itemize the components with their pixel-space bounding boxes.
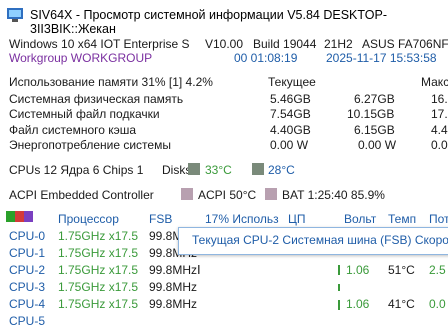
datetime: 2025-11-17 15:53:58 [326,51,437,65]
cpu-row-power: 0.0 [429,297,446,311]
cpu-row-freq: 1.75GHz x17.5 [58,246,139,260]
memory-current-header: Текущее [268,75,316,89]
memory-row-label: Системный файл подкачки [9,107,160,121]
memory-row-total: 6.15GB [354,123,395,137]
disk-2-temp: 28°C [268,163,295,177]
workgroup: Workgroup WORKGROUP [9,51,153,65]
acpi-temp: ACPI 50°C [198,188,257,202]
title-bar[interactable]: SIV64X - Просмотр системной информации V… [0,0,448,36]
cpu-row-power: 2.5 [429,263,446,277]
os-release: 21H2 [324,37,353,51]
memory-row-max: 16. [431,92,448,106]
cpu-row-name[interactable]: CPU-0 [9,229,45,243]
header-volt[interactable]: Вольт [344,212,376,226]
cpu-row-freq: 1.75GHz x17.5 [58,229,139,243]
acpi-icon[interactable] [181,188,193,200]
os-name: Windows 10 x64 IOT Enterprise S [9,37,190,51]
memory-row-current: 7.54GB [270,107,311,121]
cpu-row-name[interactable]: CPU-4 [9,297,45,311]
cpu-summary: CPUs 12 Ядра 6 Chips 1 [9,163,144,177]
memory-usage-label: Использование памяти 31% [1] 4.2% [9,75,213,89]
window-title: SIV64X - Просмотр системной информации V… [30,8,388,36]
battery-status: BAT 1:25:40 85.9% [282,188,385,202]
os-build: Build 19044 [253,37,317,51]
cpu-row-freq: 1.75GHz x17.5 [58,280,139,294]
cpu-row-name[interactable]: CPU-3 [9,280,45,294]
cpu-row-freq: 1.75GHz x17.5 [58,297,139,311]
header-cpu-mark[interactable]: ЦП [288,212,306,226]
tooltip-text: Текущая CPU-2 Системная шина (FSB) Скоро… [192,233,448,247]
disk-2-icon[interactable] [252,163,264,175]
memory-row-label: Энергопотребление системы [9,138,171,152]
memory-row-label: Системная физическая память [9,92,184,106]
color-swatch-green[interactable] [6,211,15,222]
disk-1-icon[interactable] [188,163,200,175]
cpu-row-name[interactable]: CPU-1 [9,246,45,260]
cpu-row-volt: 1.06 [346,263,370,277]
cpu-row-name[interactable]: CPU-5 [9,314,45,328]
system-model: ASUS FA706NF [362,37,448,51]
cpu-row-temp: 41°C [388,297,415,311]
memory-row-current: 4.40GB [270,123,311,137]
header-processor[interactable]: Процессор [58,212,119,226]
cpu-row-name[interactable]: CPU-2 [9,263,45,277]
memory-row-max: 17. [431,107,448,121]
memory-row-current: 0.00 W [270,138,309,152]
cpu-row-volt: 1.06 [346,297,370,311]
header-fsb[interactable]: FSB [149,212,172,226]
cpu-row-fsb[interactable]: 99.8MHz [149,297,197,311]
memory-row-max: 0.0 [431,138,448,152]
memory-row-current: 5.46GB [270,92,311,106]
os-version: V10.00 [205,37,244,51]
memory-max-header: Макс [421,75,448,89]
header-temp[interactable]: Темп [388,212,416,226]
cpu-usage-bar [338,284,340,291]
acpi-label: ACPI Embedded Controller [9,188,154,202]
color-swatch-purple[interactable] [24,211,33,222]
uptime: 00 01:08:19 [234,51,298,65]
cpu-row-freq: 1.75GHz x17.5 [58,263,139,277]
memory-row-max: 4.4 [431,123,448,137]
app-icon [7,8,23,22]
color-swatch-red[interactable] [15,211,24,222]
memory-row-total: 10.15GB [347,107,395,121]
memory-row-total: 6.27GB [354,92,395,106]
text-cursor-icon: I [197,262,201,277]
disks-label: Disks [162,163,192,177]
memory-row-label: Файл системного кэша [9,123,137,137]
cpu-row-fsb[interactable]: 99.8MHz [149,263,197,277]
cpu-row-temp: 51°C [388,263,415,277]
header-power[interactable]: Пот [429,212,448,226]
header-usage[interactable]: 17% Использ [205,212,279,226]
disk-1-temp: 33°C [205,163,232,177]
cpu-row-fsb[interactable]: 99.8MHz [149,280,197,294]
cpu-usage-bar [338,265,340,275]
tooltip: Текущая CPU-2 Системная шина (FSB) Скоро… [178,227,448,255]
cpu-usage-bar [338,300,340,310]
memory-row-total: 0.00 W [358,138,397,152]
battery-icon[interactable] [265,188,277,200]
